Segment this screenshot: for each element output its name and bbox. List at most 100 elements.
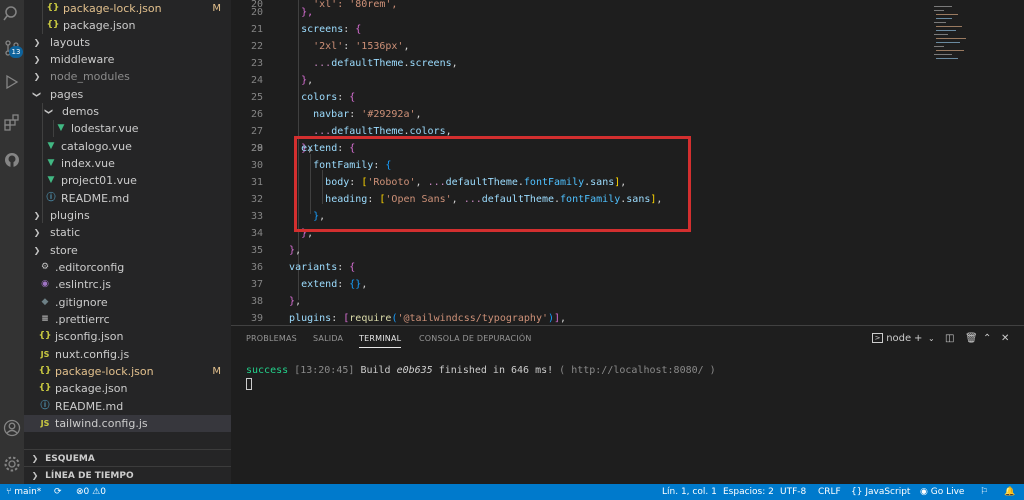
language-mode[interactable]: {} JavaScript xyxy=(851,484,910,500)
problems-indicator[interactable]: ⊗0 ⚠0 xyxy=(76,484,106,500)
markdown-icon: ⓘ xyxy=(46,193,56,203)
branch-indicator[interactable]: ⑂ main* xyxy=(6,484,41,500)
code-editor[interactable]: 20 'xl': '80rem', 20 }, 21 screens: { 22… xyxy=(231,0,1024,325)
code-line: 24 }, xyxy=(250,75,314,86)
explorer-folder-static[interactable]: ❯ static xyxy=(24,224,231,241)
run-debug-icon[interactable] xyxy=(2,72,22,92)
json-icon: {} xyxy=(38,331,52,341)
code-line: 22 '2xl': '1536px', xyxy=(250,41,410,52)
line-ending[interactable]: CRLF xyxy=(818,484,841,500)
code-line: 37 extend: {}, xyxy=(250,279,368,290)
feedback-icon[interactable]: ⚐ xyxy=(980,484,988,500)
explorer-item-index[interactable]: ▼ index.vue xyxy=(24,155,231,172)
explorer-folder-pages[interactable]: ❯ pages xyxy=(24,86,231,103)
tab-terminal[interactable]: TERMINAL xyxy=(359,334,402,348)
vue-icon: ▼ xyxy=(47,175,55,185)
settings-gear-icon[interactable] xyxy=(2,454,22,474)
markdown-icon: ⓘ xyxy=(40,401,50,411)
explorer-item-package-lock-root[interactable]: {} package-lock.json M xyxy=(24,363,231,380)
terminal-output[interactable]: success [13:20:45] Build e0b635 finished… xyxy=(246,364,716,378)
explorer-item-lodestar[interactable]: ▼ lodestar.vue xyxy=(24,120,231,137)
broadcast-icon: ◉ xyxy=(920,487,928,497)
explorer-item-project01[interactable]: ▼ project01.vue xyxy=(24,172,231,189)
vue-icon: ▼ xyxy=(47,158,55,168)
explorer-item-prettierrc[interactable]: ≡ .prettierrc xyxy=(24,311,231,328)
code-line: 25 colors: { xyxy=(250,92,356,103)
tab-output[interactable]: SALIDA xyxy=(313,334,343,348)
highlight-annotation-box xyxy=(294,136,691,232)
explorer-item-label: store xyxy=(50,244,78,257)
bottom-panel: PROBLEMAS SALIDA TERMINAL CONSOLA DE DEP… xyxy=(231,325,1024,484)
explorer-item-nuxt-config[interactable]: JS nuxt.config.js xyxy=(24,346,231,363)
tab-debug-console[interactable]: CONSOLA DE DEPURACIÓN xyxy=(419,334,532,348)
vue-icon: ▼ xyxy=(57,123,65,133)
accounts-icon[interactable] xyxy=(2,418,22,438)
trash-icon[interactable]: 🗑 xyxy=(965,332,978,346)
close-icon[interactable]: ✕ xyxy=(1001,332,1009,346)
explorer-folder-store[interactable]: ❯ store xyxy=(24,242,231,259)
explorer-item-readme-pages[interactable]: ⓘ README.md xyxy=(24,190,231,207)
chevron-down-icon[interactable]: ⌄ xyxy=(928,332,935,346)
explorer-item-tailwind-config[interactable]: JS tailwind.config.js xyxy=(24,415,231,432)
terminal-icon: > xyxy=(872,333,883,343)
explorer-item-label: plugins xyxy=(50,209,90,222)
github-icon[interactable] xyxy=(2,150,22,170)
explorer-item-label: .eslintrc.js xyxy=(55,278,112,291)
explorer-item-catalogo[interactable]: ▼ catalogo.vue xyxy=(24,138,231,155)
explorer-sidebar: {} package-lock.json M {} package.json ❯… xyxy=(24,0,231,484)
new-terminal-plus-icon[interactable]: + xyxy=(914,332,922,346)
explorer-item-label: index.vue xyxy=(61,157,115,170)
explorer-item-label: catalogo.vue xyxy=(61,140,132,153)
explorer-item-editorconfig[interactable]: ⚙ .editorconfig xyxy=(24,259,231,276)
vue-icon: ▼ xyxy=(47,141,55,151)
explorer-item-label: package-lock.json xyxy=(55,365,154,378)
explorer-folder-demos[interactable]: ❯ demos xyxy=(24,103,231,120)
explorer-item-label: README.md xyxy=(61,192,130,205)
outline-section-header[interactable]: ❯ ESQUEMA xyxy=(24,449,231,467)
search-icon[interactable] xyxy=(2,4,22,24)
minimap[interactable] xyxy=(924,0,1024,100)
sync-icon[interactable]: ⟳ xyxy=(54,484,62,500)
cursor-position[interactable]: Lín. 1, col. 1 xyxy=(662,484,717,500)
explorer-folder-node-modules[interactable]: ❯ node_modules xyxy=(24,68,231,85)
explorer-item-gitignore[interactable]: ◆ .gitignore xyxy=(24,294,231,311)
explorer-item-package-json[interactable]: {} package.json xyxy=(24,17,231,34)
chevron-down-icon: ❯ xyxy=(44,108,54,115)
indentation[interactable]: Espacios: 2 xyxy=(723,484,774,500)
explorer-item-label: tailwind.config.js xyxy=(55,417,148,430)
explorer-item-eslintrc[interactable]: ◉ .eslintrc.js xyxy=(24,276,231,293)
code-line: 39 plugins: [require('@tailwindcss/typog… xyxy=(250,313,567,324)
explorer-item-readme-root[interactable]: ⓘ README.md xyxy=(24,398,231,415)
explorer-item-jsconfig[interactable]: {} jsconfig.json xyxy=(24,328,231,345)
warning-count: 0 xyxy=(100,487,106,497)
json-icon: {} xyxy=(38,366,52,376)
chevron-right-icon: ❯ xyxy=(33,38,41,47)
encoding[interactable]: UTF-8 xyxy=(780,484,806,500)
explorer-folder-middleware[interactable]: ❯ middleware xyxy=(24,51,231,68)
timeline-section-header[interactable]: ❯ LÍNEA DE TIEMPO xyxy=(24,466,231,484)
explorer-item-label: nuxt.config.js xyxy=(55,348,130,361)
branch-name: main* xyxy=(14,487,42,497)
go-live-label: Go Live xyxy=(930,487,965,497)
extensions-icon[interactable] xyxy=(2,112,22,132)
explorer-item-package-json-root[interactable]: {} package.json xyxy=(24,380,231,397)
code-line: 21 screens: { xyxy=(250,24,362,35)
explorer-item-label: project01.vue xyxy=(61,174,137,187)
explorer-folder-layouts[interactable]: ❯ layouts xyxy=(24,34,231,51)
split-terminal-icon[interactable]: ◫ xyxy=(945,332,954,346)
explorer-item-label: .gitignore xyxy=(55,296,108,309)
modified-badge: M xyxy=(212,3,221,14)
notifications-bell-icon[interactable]: 🔔 xyxy=(1004,484,1015,500)
explorer-item-label: .editorconfig xyxy=(55,261,125,274)
explorer-folder-plugins[interactable]: ❯ plugins xyxy=(24,207,231,224)
tab-problems[interactable]: PROBLEMAS xyxy=(246,334,297,348)
terminal-name: node xyxy=(886,333,912,344)
explorer-item-package-lock[interactable]: {} package-lock.json M xyxy=(24,0,231,17)
go-live-button[interactable]: ◉ Go Live xyxy=(920,484,964,500)
section-title: ESQUEMA xyxy=(45,454,95,464)
chevron-up-icon[interactable]: ⌃ xyxy=(983,332,991,346)
explorer-item-label: .prettierrc xyxy=(55,313,110,326)
terminal-selector[interactable]: > node xyxy=(872,332,911,346)
status-bar: ⑂ main* ⟳ ⊗0 ⚠0 Lín. 1, col. 1 Espacios:… xyxy=(0,484,1024,500)
chevron-right-icon: ❯ xyxy=(33,211,41,220)
